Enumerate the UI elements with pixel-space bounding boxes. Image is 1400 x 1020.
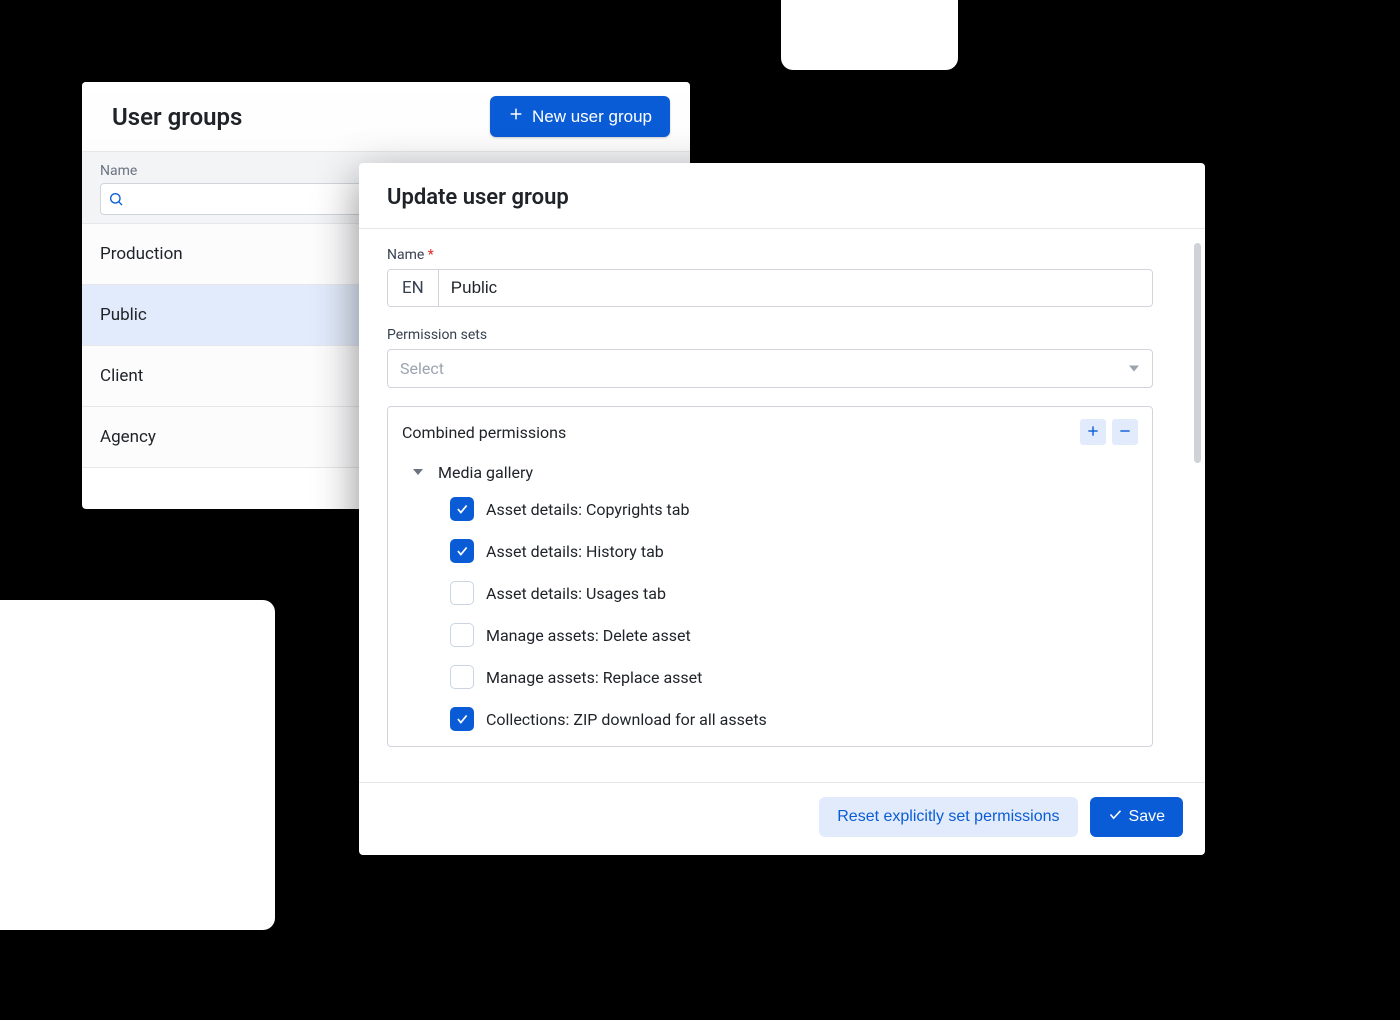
- permission-label: Asset details: Usages tab: [486, 584, 666, 603]
- new-user-group-button[interactable]: New user group: [490, 96, 670, 137]
- decorative-block-top: [781, 0, 958, 70]
- tree-group-label: Media gallery: [438, 463, 533, 482]
- user-groups-title: User groups: [112, 103, 242, 131]
- permission-checkbox[interactable]: [450, 665, 474, 689]
- update-panel-header: Update user group: [359, 163, 1205, 229]
- lang-prefix[interactable]: EN: [388, 270, 439, 306]
- scrollbar[interactable]: [1194, 243, 1201, 463]
- update-panel-title: Update user group: [387, 185, 1177, 210]
- tree-group-media-gallery[interactable]: Media gallery: [402, 457, 1138, 488]
- permission-checkbox[interactable]: [450, 707, 474, 731]
- permission-checkbox[interactable]: [450, 623, 474, 647]
- expand-collapse-actions: [1080, 419, 1138, 445]
- permission-item: Asset details: Copyrights tab: [402, 488, 1138, 530]
- name-field-label: Name *: [387, 247, 1177, 263]
- save-button[interactable]: Save: [1090, 797, 1183, 837]
- permission-item: Manage assets: Delete asset: [402, 614, 1138, 656]
- permission-label: Manage assets: Replace asset: [486, 668, 702, 687]
- plus-icon: [1086, 424, 1100, 441]
- permission-item: Asset details: History tab: [402, 530, 1138, 572]
- check-icon: [1108, 807, 1123, 827]
- permission-label: Collections: ZIP download for all assets: [486, 710, 767, 729]
- permission-checkbox[interactable]: [450, 581, 474, 605]
- user-groups-header: User groups New user group: [82, 82, 690, 152]
- reset-permissions-button[interactable]: Reset explicitly set permissions: [819, 797, 1077, 837]
- permission-item: Collections: ZIP download for all assets: [402, 698, 1138, 740]
- permission-item: Asset details: Usages tab: [402, 572, 1138, 614]
- permission-checkbox[interactable]: [450, 539, 474, 563]
- permission-sets-label: Permission sets: [387, 327, 1177, 343]
- combined-permissions-title: Combined permissions: [402, 423, 566, 442]
- permission-item: Manage assets: Replace asset: [402, 656, 1138, 698]
- collapse-all-button[interactable]: [1112, 419, 1138, 445]
- permission-sets-select[interactable]: Select: [387, 349, 1153, 388]
- permission-label: Asset details: History tab: [486, 542, 664, 561]
- save-button-label: Save: [1129, 808, 1165, 826]
- column-name-label: Name: [100, 163, 137, 179]
- name-input[interactable]: [439, 270, 1152, 306]
- plus-icon: [508, 106, 524, 127]
- expand-all-button[interactable]: [1080, 419, 1106, 445]
- permission-label: Asset details: Copyrights tab: [486, 500, 689, 519]
- chevron-down-icon: [412, 463, 424, 482]
- decorative-block-bottom: [0, 600, 275, 930]
- chevron-down-icon: [1128, 359, 1140, 378]
- required-asterisk: *: [428, 247, 434, 263]
- minus-icon: [1118, 424, 1132, 441]
- new-user-group-label: New user group: [532, 107, 652, 127]
- update-panel-body: Name * EN Permission sets Select Combine…: [359, 229, 1205, 782]
- name-input-group: EN: [387, 269, 1153, 307]
- permission-items: Asset details: Copyrights tab Asset detai…: [402, 488, 1138, 740]
- permission-checkbox[interactable]: [450, 497, 474, 521]
- combined-permissions-header: Combined permissions: [402, 419, 1138, 445]
- update-panel-footer: Reset explicitly set permissions Save: [359, 782, 1205, 855]
- permission-label: Manage assets: Delete asset: [486, 626, 691, 645]
- combined-permissions-box: Combined permissions: [387, 406, 1153, 747]
- update-user-group-panel: Update user group Name * EN Permission s…: [359, 163, 1205, 855]
- select-placeholder: Select: [400, 359, 444, 378]
